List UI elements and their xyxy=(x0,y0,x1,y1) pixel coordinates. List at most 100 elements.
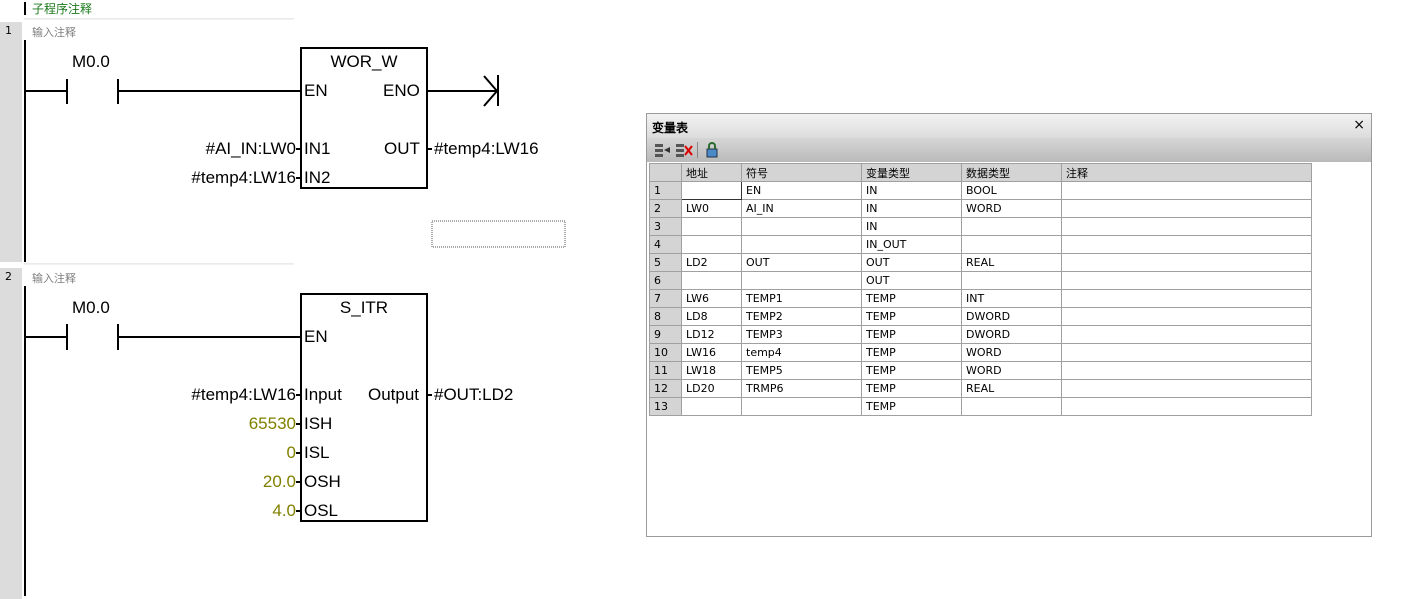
operand-input[interactable]: #temp4:LW16 xyxy=(150,385,296,405)
table-row[interactable]: 10 LW16 temp4 TEMP WORD xyxy=(649,343,1312,362)
cell-comment[interactable] xyxy=(1061,181,1312,200)
cell-symbol[interactable]: TEMP3 xyxy=(741,325,862,344)
lock-icon[interactable] xyxy=(703,141,721,159)
operand-osh[interactable]: 20.0 xyxy=(150,472,296,492)
cell-address[interactable] xyxy=(681,271,742,290)
cell-data-type[interactable]: REAL xyxy=(961,253,1062,272)
cell-data-type[interactable]: REAL xyxy=(961,379,1062,398)
contact-m00[interactable]: M0.0 xyxy=(72,298,110,318)
contact-m00[interactable]: M0.0 xyxy=(72,52,110,72)
cell-var-type[interactable]: TEMP xyxy=(861,307,962,326)
operand-isl[interactable]: 0 xyxy=(150,443,296,463)
cell-comment[interactable] xyxy=(1061,253,1312,272)
cell-data-type[interactable] xyxy=(961,217,1062,236)
table-row[interactable]: 5 LD2 OUT OUT REAL xyxy=(649,253,1312,272)
table-row[interactable]: 1 EN IN BOOL xyxy=(649,181,1312,200)
cell-comment[interactable] xyxy=(1061,271,1312,290)
header-data-type[interactable]: 数据类型 xyxy=(961,163,1062,182)
cell-data-type[interactable]: BOOL xyxy=(961,181,1062,200)
cell-address[interactable]: LW16 xyxy=(681,343,742,362)
cell-symbol[interactable]: OUT xyxy=(741,253,862,272)
cell-comment[interactable] xyxy=(1061,235,1312,254)
cell-symbol[interactable] xyxy=(741,235,862,254)
cell-symbol[interactable]: TRMP6 xyxy=(741,379,862,398)
cell-var-type[interactable]: TEMP xyxy=(861,361,962,380)
cell-comment[interactable] xyxy=(1061,325,1312,344)
cell-var-type[interactable]: IN xyxy=(861,217,962,236)
header-address[interactable]: 地址 xyxy=(681,163,742,182)
cell-data-type[interactable]: WORD xyxy=(961,361,1062,380)
cell-symbol[interactable]: TEMP2 xyxy=(741,307,862,326)
cell-data-type[interactable]: DWORD xyxy=(961,325,1062,344)
cell-data-type[interactable] xyxy=(961,397,1062,416)
cell-address[interactable] xyxy=(681,181,742,200)
cell-symbol[interactable]: TEMP1 xyxy=(741,289,862,308)
cell-var-type[interactable]: OUT xyxy=(861,253,962,272)
close-icon[interactable]: × xyxy=(1353,117,1365,133)
operand-ish[interactable]: 65530 xyxy=(150,414,296,434)
cell-var-type[interactable]: TEMP xyxy=(861,397,962,416)
table-row[interactable]: 7 LW6 TEMP1 TEMP INT xyxy=(649,289,1312,308)
cell-address[interactable]: LD8 xyxy=(681,307,742,326)
cell-var-type[interactable]: TEMP xyxy=(861,289,962,308)
delete-row-icon[interactable] xyxy=(675,141,693,159)
block-name-s-itr[interactable]: S_ITR xyxy=(301,298,427,318)
cell-data-type[interactable] xyxy=(961,235,1062,254)
cell-address[interactable]: LW18 xyxy=(681,361,742,380)
block-name-wor-w[interactable]: WOR_W xyxy=(301,52,427,72)
header-var-type[interactable]: 变量类型 xyxy=(861,163,962,182)
cell-address[interactable] xyxy=(681,397,742,416)
cell-comment[interactable] xyxy=(1061,307,1312,326)
cell-comment[interactable] xyxy=(1061,397,1312,416)
table-row[interactable]: 9 LD12 TEMP3 TEMP DWORD xyxy=(649,325,1312,344)
operand-output[interactable]: #OUT:LD2 xyxy=(434,385,513,405)
insert-row-icon[interactable] xyxy=(653,141,671,159)
operand-in1[interactable]: #AI_IN:LW0 xyxy=(150,139,296,159)
cell-symbol[interactable] xyxy=(741,397,862,416)
table-row[interactable]: 6 OUT xyxy=(649,271,1312,290)
table-row[interactable]: 4 IN_OUT xyxy=(649,235,1312,254)
table-row[interactable]: 11 LW18 TEMP5 TEMP WORD xyxy=(649,361,1312,380)
cell-var-type[interactable]: TEMP xyxy=(861,343,962,362)
cell-data-type[interactable] xyxy=(961,271,1062,290)
cell-address[interactable]: LD2 xyxy=(681,253,742,272)
table-row[interactable]: 2 LW0 AI_IN IN WORD xyxy=(649,199,1312,218)
cell-symbol[interactable]: EN xyxy=(741,181,862,200)
operand-osl[interactable]: 4.0 xyxy=(150,501,296,521)
cell-var-type[interactable]: TEMP xyxy=(861,379,962,398)
cell-comment[interactable] xyxy=(1061,379,1312,398)
cell-var-type[interactable]: IN xyxy=(861,181,962,200)
cell-address[interactable] xyxy=(681,235,742,254)
cell-var-type[interactable]: OUT xyxy=(861,271,962,290)
cell-address[interactable]: LD12 xyxy=(681,325,742,344)
operand-in2[interactable]: #temp4:LW16 xyxy=(150,168,296,188)
cell-comment[interactable] xyxy=(1061,289,1312,308)
cell-symbol[interactable]: TEMP5 xyxy=(741,361,862,380)
table-row[interactable]: 12 LD20 TRMP6 TEMP REAL xyxy=(649,379,1312,398)
cell-symbol[interactable] xyxy=(741,271,862,290)
cell-address[interactable] xyxy=(681,217,742,236)
operand-out[interactable]: #temp4:LW16 xyxy=(434,139,539,159)
cell-data-type[interactable]: WORD xyxy=(961,343,1062,362)
cell-comment[interactable] xyxy=(1061,361,1312,380)
cell-data-type[interactable]: DWORD xyxy=(961,307,1062,326)
cell-symbol[interactable] xyxy=(741,217,862,236)
cell-var-type[interactable]: IN_OUT xyxy=(861,235,962,254)
table-row[interactable]: 13 TEMP xyxy=(649,397,1312,416)
cell-address[interactable]: LW6 xyxy=(681,289,742,308)
cell-data-type[interactable]: INT xyxy=(961,289,1062,308)
table-row[interactable]: 3 IN xyxy=(649,217,1312,236)
cell-symbol[interactable]: temp4 xyxy=(741,343,862,362)
cell-address[interactable]: LD20 xyxy=(681,379,742,398)
header-comment[interactable]: 注释 xyxy=(1061,163,1312,182)
cell-var-type[interactable]: TEMP xyxy=(861,325,962,344)
cell-comment[interactable] xyxy=(1061,199,1312,218)
cell-comment[interactable] xyxy=(1061,217,1312,236)
cell-var-type[interactable]: IN xyxy=(861,199,962,218)
header-symbol[interactable]: 符号 xyxy=(741,163,862,182)
cell-symbol[interactable]: AI_IN xyxy=(741,199,862,218)
cell-data-type[interactable]: WORD xyxy=(961,199,1062,218)
cell-comment[interactable] xyxy=(1061,343,1312,362)
cell-address[interactable]: LW0 xyxy=(681,199,742,218)
table-row[interactable]: 8 LD8 TEMP2 TEMP DWORD xyxy=(649,307,1312,326)
